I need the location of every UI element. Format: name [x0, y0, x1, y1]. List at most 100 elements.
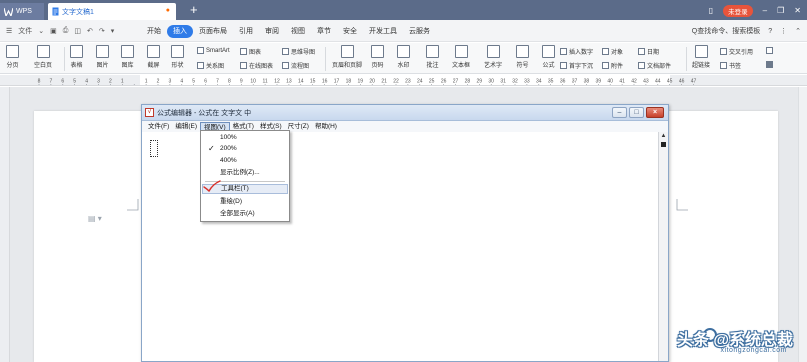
- symbol-button[interactable]: 符号: [516, 45, 529, 69]
- tab-review[interactable]: 审阅: [259, 25, 285, 38]
- comment-button[interactable]: 批注: [426, 45, 439, 69]
- view-show-all[interactable]: 全部显示(A): [202, 209, 288, 219]
- restore-icon[interactable]: ❐: [777, 6, 784, 15]
- view-zoom-400[interactable]: 400%: [202, 156, 288, 166]
- dialog-vertical-scrollbar[interactable]: ▲: [658, 132, 668, 361]
- equation-input-slot[interactable]: [150, 140, 158, 157]
- equation-editor-titlebar[interactable]: √ 公式编辑器 - 公式在 文字文 中 – □ ×: [142, 105, 668, 121]
- menu-edit[interactable]: 编辑(E): [172, 122, 200, 132]
- insert-ribbon: 分页 空白页 表格 图片 图库 截屏 形状 SmartArt 图表 思维导图 关…: [0, 43, 807, 74]
- scroll-thumb[interactable]: [661, 142, 666, 147]
- help-icon[interactable]: ?: [768, 28, 772, 35]
- menu-help[interactable]: 帮助(H): [312, 122, 340, 132]
- document-tab[interactable]: 文字文稿1 ●: [48, 3, 176, 20]
- header-footer-label: 页眉和页脚: [332, 63, 363, 69]
- blank-page-button[interactable]: 空白页: [34, 45, 52, 69]
- header-footer-button[interactable]: 页眉和页脚: [332, 45, 362, 69]
- tab-developer[interactable]: 开发工具: [363, 25, 403, 38]
- tab-view[interactable]: 视图: [285, 25, 311, 38]
- wordart-button[interactable]: 艺术字: [484, 45, 502, 69]
- smartart-button[interactable]: SmartArt: [197, 47, 230, 54]
- red-annotation-checkmark-icon: [203, 180, 221, 192]
- tab-home[interactable]: 开始: [141, 25, 167, 38]
- pane-toggle-bottom[interactable]: [766, 61, 773, 68]
- attachment-button[interactable]: 附件: [602, 61, 623, 70]
- page-number-label: 页码: [371, 63, 384, 69]
- textbox-button[interactable]: 文本框: [452, 45, 470, 69]
- view-zoom-custom[interactable]: 显示比例(Z)...: [202, 168, 288, 178]
- menu-bar: ☰ 文件 ⌄ ▣ ⎙ ◫ ↶ ↷ ▾ 开始 插入 页面布局 引用 审阅 视图 章…: [0, 20, 807, 42]
- insert-number-button[interactable]: 插入数字: [560, 47, 593, 56]
- close-icon[interactable]: ✕: [794, 6, 801, 15]
- tab-security[interactable]: 安全: [337, 25, 363, 38]
- document-tab-label: 文字文稿1: [62, 8, 94, 16]
- ruler-label: 30: [488, 79, 494, 85]
- tab-cloud[interactable]: 云服务: [403, 25, 436, 38]
- menubar-right: Q查找命令、搜索模板 ? ⋮ ⌃: [692, 20, 801, 42]
- tab-close-icon[interactable]: ●: [166, 7, 170, 14]
- page-break-icon: [6, 45, 19, 58]
- watermark-button[interactable]: 水印: [397, 45, 410, 69]
- view-redraw[interactable]: 重绘(D): [202, 197, 288, 207]
- scroll-up-icon[interactable]: ▲: [659, 132, 668, 141]
- redo-icon[interactable]: ↷: [99, 27, 105, 35]
- save-icon[interactable]: ▣: [50, 27, 57, 35]
- equation-button[interactable]: 公式: [542, 45, 555, 69]
- cross-ref-button[interactable]: 交叉引用: [720, 47, 753, 56]
- page-number-button[interactable]: 页码: [371, 45, 384, 69]
- screenshot-button[interactable]: 截屏: [147, 45, 160, 69]
- dialog-maximize-button[interactable]: □: [629, 107, 644, 118]
- print-preview-icon[interactable]: ◫: [74, 27, 81, 35]
- undo-icon[interactable]: ↶: [87, 27, 93, 35]
- menu-file[interactable]: 文件(F): [145, 122, 172, 132]
- wps-home-tab[interactable]: WPS: [0, 3, 44, 20]
- more-icon[interactable]: ⋮: [780, 27, 787, 35]
- hyperlink-label: 超链接: [692, 63, 711, 69]
- symbol-label: 符号: [516, 63, 529, 69]
- relation-button[interactable]: 关系图: [197, 61, 224, 70]
- file-menu[interactable]: 文件: [18, 26, 32, 36]
- bookmark-button[interactable]: 书签: [720, 61, 741, 70]
- new-tab-button[interactable]: +: [190, 2, 198, 17]
- online-chart-button[interactable]: 在线图表: [240, 61, 273, 70]
- object-button[interactable]: 对象: [602, 47, 623, 56]
- collapse-ribbon-icon[interactable]: ⌃: [795, 27, 801, 35]
- pane-toggle-top[interactable]: [766, 47, 773, 54]
- view-zoom-100[interactable]: 100%: [202, 133, 288, 143]
- flowchart-button[interactable]: 流程图: [282, 61, 309, 70]
- command-search[interactable]: Q查找命令、搜索模板: [692, 26, 760, 36]
- hyperlink-button[interactable]: 超链接: [692, 45, 710, 69]
- dialog-minimize-button[interactable]: –: [612, 107, 627, 118]
- minimize-icon[interactable]: –: [763, 6, 767, 15]
- paragraph-options-icon[interactable]: ▤ ▾: [88, 214, 102, 223]
- view-zoom-200[interactable]: ✓ 200%: [202, 144, 288, 154]
- tab-references[interactable]: 引用: [233, 25, 259, 38]
- tab-insert[interactable]: 插入: [167, 24, 193, 38]
- doc-parts-button[interactable]: 文档部件: [638, 61, 671, 70]
- page-break-button[interactable]: 分页: [6, 45, 19, 69]
- date-button[interactable]: 日期: [638, 47, 659, 56]
- table-button[interactable]: 表格: [70, 45, 83, 69]
- picture-button[interactable]: 图片: [96, 45, 109, 69]
- ruler-label: 39: [596, 79, 602, 85]
- window-layout-icon[interactable]: ▯: [709, 6, 713, 15]
- dialog-close-button[interactable]: ×: [646, 107, 664, 118]
- customize-icon[interactable]: ▾: [111, 27, 115, 35]
- chart-button[interactable]: 图表: [240, 47, 261, 56]
- tab-page-layout[interactable]: 页面布局: [193, 25, 233, 38]
- mindmap-button[interactable]: 思维导图: [282, 47, 315, 56]
- watermark-icon: [397, 45, 410, 58]
- chart-icon: [240, 48, 247, 55]
- equation-editor-title: 公式编辑器 - 公式在 文字文 中: [157, 109, 252, 117]
- online-chart-icon: [240, 62, 247, 69]
- print-icon[interactable]: ⎙: [63, 27, 69, 35]
- dropcap-button[interactable]: 首字下沉: [560, 61, 593, 70]
- chevron-down-icon[interactable]: ⌄: [38, 27, 44, 35]
- vertical-scrollbar[interactable]: [798, 87, 807, 362]
- login-badge[interactable]: 未登录: [723, 4, 753, 17]
- ruler-label: 6: [204, 79, 207, 85]
- gallery-button[interactable]: 图库: [121, 45, 134, 69]
- shape-button[interactable]: 形状: [171, 45, 184, 69]
- tab-section[interactable]: 章节: [311, 25, 337, 38]
- hamburger-icon[interactable]: ☰: [6, 27, 12, 35]
